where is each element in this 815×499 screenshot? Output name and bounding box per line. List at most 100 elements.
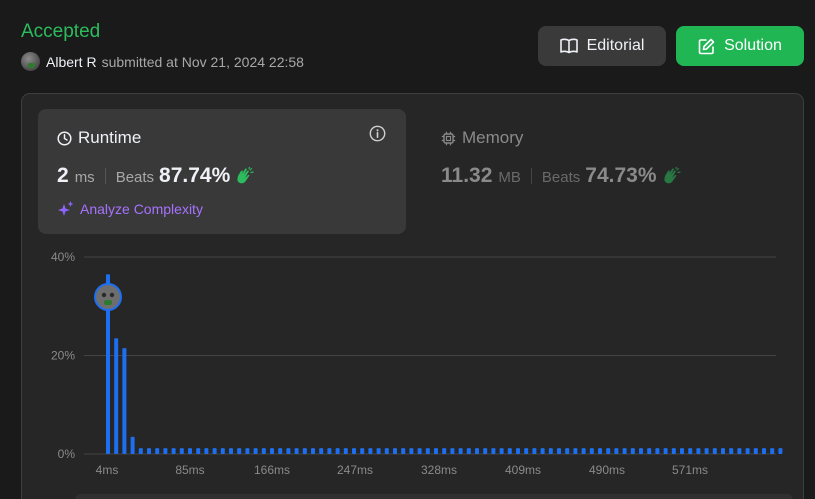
- chart-bar: [327, 448, 332, 454]
- chart-bar: [639, 448, 643, 454]
- chart-bar: [171, 448, 176, 454]
- chart-bar: [622, 448, 627, 454]
- chart-bar: [466, 448, 471, 454]
- result-card: Runtime 2 ms Beats 87.74% Analyze Comple…: [21, 93, 804, 499]
- chart-bar: [253, 448, 258, 454]
- submission-status: Accepted: [21, 21, 101, 42]
- chart-bar: [409, 448, 414, 454]
- chart-bar: [261, 448, 266, 454]
- chart-bar: [417, 448, 422, 454]
- chart-bar: [270, 448, 274, 454]
- chart-bar: [343, 448, 348, 454]
- editorial-label: Editorial: [586, 37, 645, 54]
- chart-bar: [188, 448, 192, 454]
- chart-bar: [598, 448, 602, 454]
- chart-bar: [655, 448, 660, 454]
- submitter-name[interactable]: Albert R: [46, 54, 97, 70]
- chart-bar: [384, 448, 389, 454]
- user-avatar-marker: [94, 283, 122, 311]
- chart-bar: [589, 448, 594, 454]
- book-icon: [559, 38, 578, 54]
- chart-bar: [368, 448, 373, 454]
- chart-bar: [614, 448, 619, 454]
- chart-bar: [704, 448, 709, 454]
- chart-bar: [138, 448, 143, 454]
- chart-bar: [237, 448, 242, 454]
- chart-bar: [647, 448, 652, 454]
- chart-bar: [434, 448, 438, 454]
- avatar[interactable]: [21, 52, 40, 71]
- chart-bar: [286, 448, 291, 454]
- solution-button[interactable]: Solution: [676, 26, 804, 66]
- chart-bar: [155, 448, 160, 454]
- chart-bar: [450, 448, 455, 454]
- chart-bar: [745, 448, 750, 454]
- chart-bar: [212, 448, 217, 454]
- x-tick-label: 490ms: [589, 463, 625, 477]
- chart-bar: [335, 448, 340, 454]
- avatar-eye: [101, 292, 107, 298]
- chart-bar: [573, 448, 578, 454]
- chart-bar: [712, 448, 717, 454]
- x-tick-label: 4ms: [96, 463, 119, 477]
- chart-bar: [762, 448, 766, 454]
- chart-bar: [294, 448, 299, 454]
- chart-bar: [311, 448, 315, 454]
- edit-icon: [698, 38, 715, 54]
- chart-bar: [581, 448, 586, 454]
- editorial-button[interactable]: Editorial: [538, 26, 666, 66]
- chart-bar: [147, 448, 151, 454]
- chart-bar: [130, 436, 135, 454]
- chart-bar: [393, 448, 397, 454]
- chart-bar: [163, 448, 168, 454]
- chart-bar: [302, 448, 307, 454]
- chart-bar: [229, 448, 233, 454]
- x-tick-label: 571ms: [672, 463, 708, 477]
- chart-bar: [548, 448, 553, 454]
- chart-bar: [524, 448, 529, 454]
- chart-bar: [606, 448, 611, 454]
- chart-bar: [220, 448, 225, 454]
- chart-bar: [770, 448, 775, 454]
- chart-bar: [196, 448, 201, 454]
- chart-bar: [696, 448, 701, 454]
- y-tick-label: 0%: [58, 447, 76, 461]
- chart-bar: [458, 448, 463, 454]
- chart-bar: [778, 448, 783, 454]
- chart-bar: [401, 448, 406, 454]
- chart-bar: [721, 448, 725, 454]
- chart-bar: [671, 448, 676, 454]
- chart-bar: [425, 448, 430, 454]
- chart-bar: [122, 348, 127, 454]
- chart-bar: [557, 448, 561, 454]
- chart-bar: [204, 448, 209, 454]
- x-tick-label: 166ms: [254, 463, 290, 477]
- chart-bar: [352, 448, 356, 454]
- x-tick-label: 247ms: [337, 463, 373, 477]
- chart-bar: [688, 448, 693, 454]
- chart-bar: [245, 448, 250, 454]
- x-tick-label: 409ms: [505, 463, 541, 477]
- y-tick-label: 20%: [51, 349, 75, 363]
- chart-bar: [753, 448, 758, 454]
- chart-bar: [499, 448, 504, 454]
- chart-bar: [442, 448, 447, 454]
- chart-bar: [475, 448, 479, 454]
- submission-time: submitted at Nov 21, 2024 22:58: [101, 53, 304, 70]
- runtime-distribution-chart[interactable]: 40% 20% 0% 4ms 85ms 166ms 247ms 328ms 409ms 490ms…: [22, 94, 804, 499]
- chart-bar: [319, 448, 324, 454]
- chart-bar: [483, 448, 488, 454]
- chart-bar: [663, 448, 668, 454]
- chart-bar: [680, 448, 684, 454]
- code-preview-bar: [75, 494, 793, 499]
- submission-info: Albert R submitted at Nov 21, 2024 22:58: [21, 52, 304, 71]
- avatar-mouth: [104, 300, 112, 305]
- chart-bar: [516, 448, 520, 454]
- chart-bar: [278, 448, 283, 454]
- chart-bar: [507, 448, 512, 454]
- chart-bar: [491, 448, 496, 454]
- chart-bar: [737, 448, 742, 454]
- chart-bar: [376, 448, 381, 454]
- y-tick-label: 40%: [51, 250, 75, 264]
- chart-bar: [630, 448, 635, 454]
